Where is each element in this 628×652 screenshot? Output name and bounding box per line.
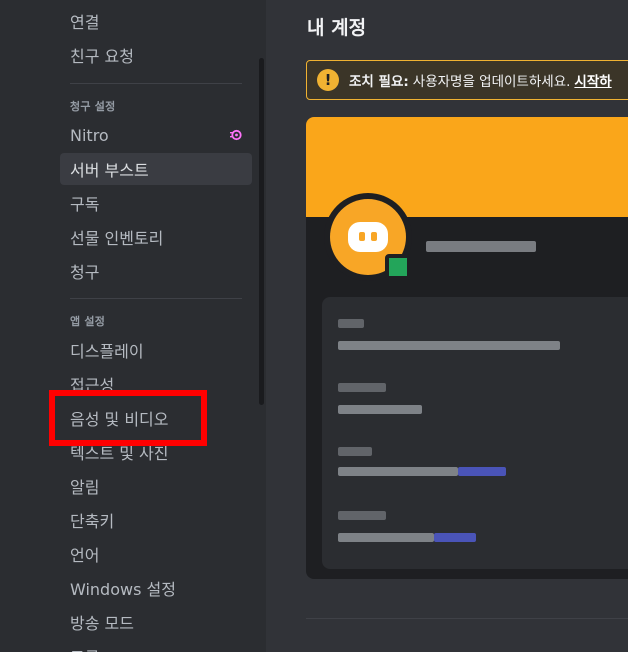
sidebar-separator [70,298,242,299]
sidebar-item-label: 방송 모드 [70,614,134,633]
action-required-banner: ! 조치 필요: 사용자명을 업데이트하세요. 시작하 [306,60,628,100]
sidebar-item-windows-settings[interactable]: Windows 설정 [60,572,252,604]
sidebar-item-subscriptions[interactable]: 구독 [60,187,252,219]
sidebar-item-label: 서버 부스트 [70,161,149,180]
app-settings-header: 앱 설정 [70,315,106,328]
settings-sidebar: 연결 친구 요청 청구 설정 Nitro 서버 부스트 구독 선물 인벤토리 청… [0,0,266,652]
sidebar-item-friend-requests[interactable]: 친구 요청 [60,39,252,71]
warning-message: 사용자명을 업데이트하세요. [412,74,571,90]
redacted-reveal-link[interactable] [458,467,506,476]
redacted-field-value [338,405,422,414]
redacted-field-label [338,447,372,456]
section-divider [306,618,628,619]
sidebar-item-label: 디스플레이 [70,342,144,361]
profile-card [306,117,628,579]
redacted-field-value [338,533,434,542]
sidebar-item-label: Windows 설정 [70,580,176,599]
sidebar-item-label: 구독 [70,195,100,214]
sidebar-item-label: 알림 [70,478,100,497]
online-status-icon [385,254,411,280]
sidebar-item-label: 청구 [70,263,100,282]
sidebar-item-advanced[interactable]: 고급 [60,640,252,652]
sidebar-item-billing[interactable]: 청구 [60,255,252,287]
billing-settings-header: 청구 설정 [70,100,116,113]
sidebar-item-label: 텍스트 및 사진 [70,444,169,463]
warning-title: 조치 필요: [349,74,409,90]
sidebar-item-nitro[interactable]: Nitro [60,119,252,151]
sidebar-item-label: 언어 [70,546,100,565]
sidebar-item-accessibility[interactable]: 접근성 [60,368,252,400]
sidebar-item-display[interactable]: 디스플레이 [60,334,252,366]
redacted-field-value [338,341,560,350]
sidebar-item-keybinds[interactable]: 단축키 [60,504,252,536]
redacted-field-label [338,319,364,328]
sidebar-item-gift-inventory[interactable]: 선물 인벤토리 [60,221,252,253]
page-title: 내 계정 [307,17,367,39]
sidebar-item-notifications[interactable]: 알림 [60,470,252,502]
warning-start-link[interactable]: 시작하 [574,70,611,90]
redacted-field-label [338,383,386,392]
sidebar-separator [70,83,242,84]
sidebar-item-label: 친구 요청 [70,47,134,66]
sidebar-item-label: 선물 인벤토리 [70,229,164,248]
nitro-icon [230,129,242,141]
redacted-field-value [338,467,458,476]
main-content: 내 계정 ! 조치 필요: 사용자명을 업데이트하세요. 시작하 [266,0,628,652]
sidebar-item-label: 연결 [70,13,100,32]
sidebar-item-language[interactable]: 언어 [60,538,252,570]
sidebar-item-label: 고급 [70,644,99,652]
sidebar-item-label: 음성 및 비디오 [70,410,169,429]
sidebar-scrollbar[interactable] [259,58,264,405]
redacted-reveal-link[interactable] [434,533,476,542]
sidebar-item-streamer-mode[interactable]: 방송 모드 [60,606,252,638]
sidebar-item-server-boost[interactable]: 서버 부스트 [60,153,252,185]
sidebar-item-label: 단축키 [70,512,115,531]
sidebar-item-label: 접근성 [70,376,115,395]
redacted-field-label [338,511,386,520]
redacted-username [426,241,536,252]
warning-icon: ! [317,69,339,91]
sidebar-item-connections[interactable]: 연결 [60,5,252,37]
sidebar-item-text-images[interactable]: 텍스트 및 사진 [60,436,252,468]
sidebar-item-voice-video[interactable]: 음성 및 비디오 [60,402,252,434]
discord-logo-icon [348,222,388,252]
sidebar-item-label: Nitro [70,125,109,145]
account-info-panel [322,297,628,569]
